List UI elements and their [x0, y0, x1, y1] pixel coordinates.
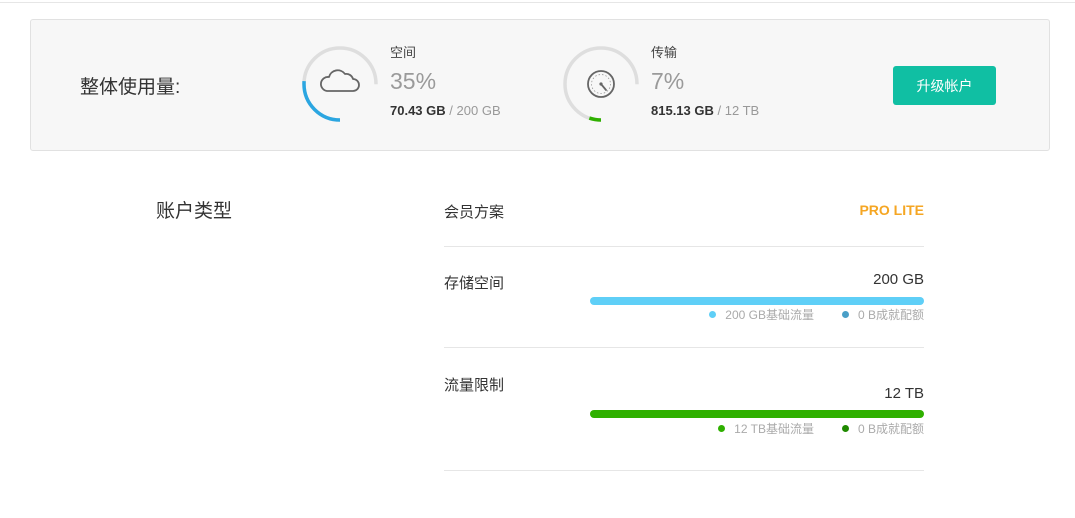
divider [444, 347, 924, 348]
usage-title: 整体使用量: [80, 77, 181, 98]
storage-legend-base-text: 200 GB基础流量 [725, 308, 814, 322]
legend-dot [709, 311, 717, 318]
storage-value: 200 GB [873, 271, 924, 288]
transfer-quota-value: 12 TB [884, 385, 924, 402]
upgrade-account-button[interactable]: 升级帐户 [893, 66, 996, 105]
space-stats: 空间 35% 70.43 GB / 200 GB [390, 44, 501, 118]
transfer-used: 815.13 GB [651, 103, 714, 118]
speedometer-icon [587, 70, 615, 98]
account-type-heading: 账户类型 [156, 201, 233, 222]
transfer-total: 12 TB [724, 103, 760, 118]
transfer-gauge [561, 44, 641, 124]
space-percent: 35% [390, 68, 437, 94]
top-divider [0, 2, 1075, 3]
transfer-legend-bonus: 0 B成就配额 [841, 420, 924, 437]
storage-bar [590, 297, 924, 305]
overall-usage-panel: 整体使用量: 空间 35% 70.43 GB / 200 GB 传输 7% 81… [30, 19, 1050, 151]
transfer-quota-label: 流量限制 [444, 377, 505, 394]
space-total: 200 GB [456, 103, 501, 118]
space-separator: / [449, 103, 453, 118]
transfer-quota-row: 流量限制 12 TB 12 TB基础流量 0 B成就配额 [444, 373, 924, 437]
transfer-percent: 7% [651, 68, 685, 94]
divider [444, 470, 924, 471]
transfer-legend-bonus-text: 0 B成就配额 [857, 422, 924, 436]
plan-label: 会员方案 [444, 204, 505, 221]
transfer-stats: 传输 7% 815.13 GB / 12 TB [651, 44, 759, 118]
storage-legend-bonus-text: 0 B成就配额 [857, 308, 924, 322]
storage-legend-base: 200 GB基础流量 [709, 306, 814, 323]
transfer-label: 传输 [651, 45, 678, 60]
cloud-icon [320, 69, 360, 92]
transfer-legend-base: 12 TB基础流量 [718, 420, 814, 437]
divider [444, 246, 924, 247]
transfer-separator: / [717, 103, 722, 118]
transfer-quota-bar [590, 410, 924, 418]
storage-row: 存储空间 200 GB 200 GB基础流量 0 B成就配额 [444, 271, 924, 323]
transfer-values: 815.13 GB / 12 TB [651, 103, 759, 118]
legend-dot [718, 425, 726, 432]
space-used: 70.43 GB [390, 103, 446, 118]
transfer-legend: 12 TB基础流量 0 B成就配额 [718, 420, 924, 437]
storage-legend: 200 GB基础流量 0 B成就配额 [709, 306, 924, 323]
space-gauge [300, 44, 380, 124]
space-values: 70.43 GB / 200 GB [390, 103, 501, 118]
legend-dot [841, 311, 849, 318]
transfer-legend-base-text: 12 TB基础流量 [734, 422, 814, 436]
space-label: 空间 [390, 45, 417, 60]
storage-legend-bonus: 0 B成就配额 [841, 306, 924, 323]
plan-row: 会员方案 PRO LITE [444, 201, 924, 221]
storage-label: 存储空间 [444, 275, 505, 292]
legend-dot [841, 425, 849, 432]
plan-value-badge: PRO LITE [859, 202, 924, 218]
